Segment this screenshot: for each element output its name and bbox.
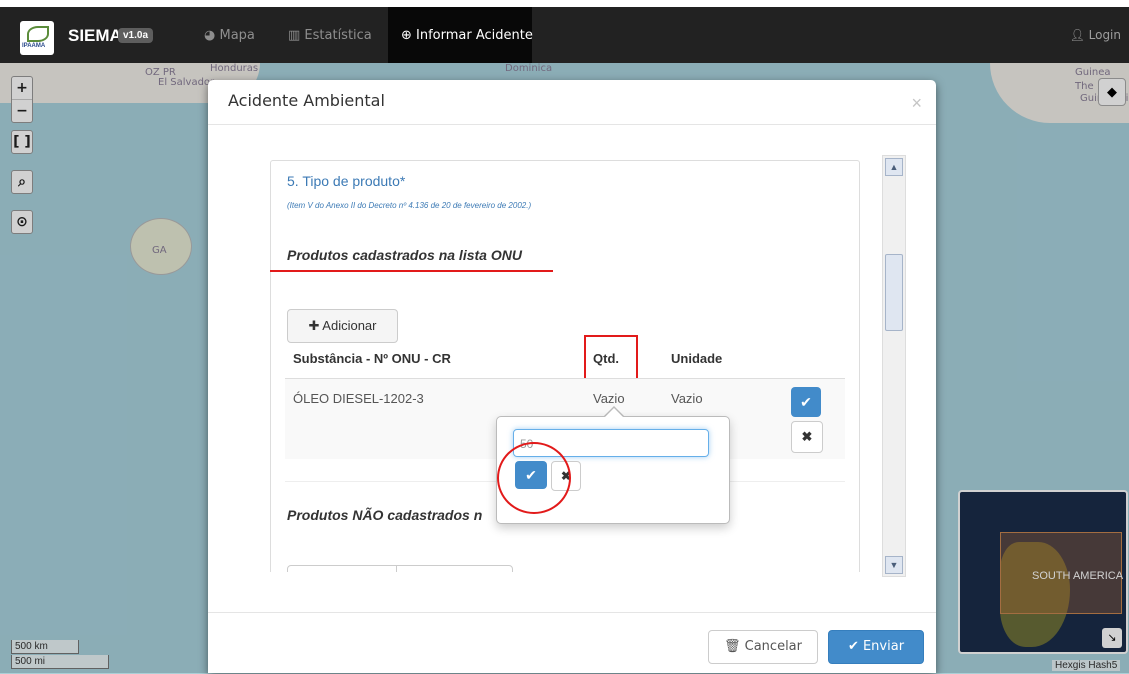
globe-icon: ◕ bbox=[204, 28, 220, 43]
table-header-substance: Substância - Nº ONU - CR bbox=[293, 351, 451, 366]
add-button[interactable]: ✚ Adicionar bbox=[287, 309, 398, 343]
cell-unit[interactable]: Vazio bbox=[671, 391, 703, 406]
brand-title[interactable]: SIEMA bbox=[68, 26, 122, 46]
row-delete-button[interactable]: ✖ bbox=[791, 421, 823, 453]
nav-item-informar-acidente[interactable]: ⊕ Informar Acidente bbox=[401, 28, 533, 43]
non-onu-heading: Produtos NÃO cadastrados n bbox=[287, 507, 483, 523]
modal-title: Acidente Ambiental bbox=[228, 91, 385, 110]
cell-substance: ÓLEO DIESEL-1202-3 bbox=[293, 391, 424, 406]
modal-header: Acidente Ambiental × bbox=[208, 80, 936, 125]
cell-qty[interactable]: Vazio bbox=[593, 391, 625, 406]
scroll-down-button[interactable]: ▼ bbox=[885, 556, 903, 574]
navbar: IPAAMA SIEMA v1.0a ◕ Mapa ▥ Estatística … bbox=[0, 0, 1129, 63]
cancel-button[interactable]: 🗑︎ Cancelar bbox=[708, 630, 818, 664]
row-confirm-button[interactable]: ✔ bbox=[791, 387, 821, 417]
plus-circle-icon: ⊕ bbox=[401, 28, 417, 43]
modal-footer: 🗑︎ Cancelar ✔ Enviar bbox=[208, 612, 936, 674]
ipaam-logo[interactable]: IPAAMA bbox=[20, 21, 54, 55]
send-button[interactable]: ✔ Enviar bbox=[828, 630, 924, 664]
non-onu-table bbox=[287, 565, 513, 572]
check-icon: ✔ bbox=[847, 639, 863, 654]
nav-item-estatistica[interactable]: ▥ Estatística bbox=[288, 28, 372, 43]
table-header-unit: Unidade bbox=[671, 351, 723, 366]
bar-chart-icon: ▥ bbox=[288, 28, 305, 43]
leaf-icon bbox=[27, 26, 49, 42]
version-badge: v1.0a bbox=[118, 28, 154, 43]
scrollbar[interactable]: ▲ ▼ bbox=[882, 155, 906, 577]
check-icon: ✔ bbox=[800, 394, 812, 410]
section-note: (Item V do Anexo II do Decreto nº 4.136 … bbox=[287, 201, 532, 210]
onu-heading: Produtos cadastrados na lista ONU bbox=[287, 247, 522, 263]
highlight-underline bbox=[270, 270, 553, 272]
close-icon: ✖ bbox=[801, 429, 813, 444]
user-icon: 👤︎ bbox=[1069, 28, 1089, 42]
highlight-circle bbox=[497, 442, 571, 514]
scroll-up-button[interactable]: ▲ bbox=[885, 158, 903, 176]
accident-modal: Acidente Ambiental × 5. Tipo de produto*… bbox=[208, 80, 936, 673]
nav-item-mapa[interactable]: ◕ Mapa bbox=[204, 28, 255, 43]
trash-icon: 🗑︎ bbox=[724, 639, 745, 654]
scrollbar-thumb[interactable] bbox=[885, 254, 903, 331]
plus-icon: ✚ bbox=[308, 318, 323, 333]
section-title: 5. Tipo de produto* bbox=[287, 173, 406, 189]
login-link[interactable]: 👤︎ Login bbox=[1070, 28, 1121, 42]
close-icon[interactable]: × bbox=[911, 93, 922, 114]
